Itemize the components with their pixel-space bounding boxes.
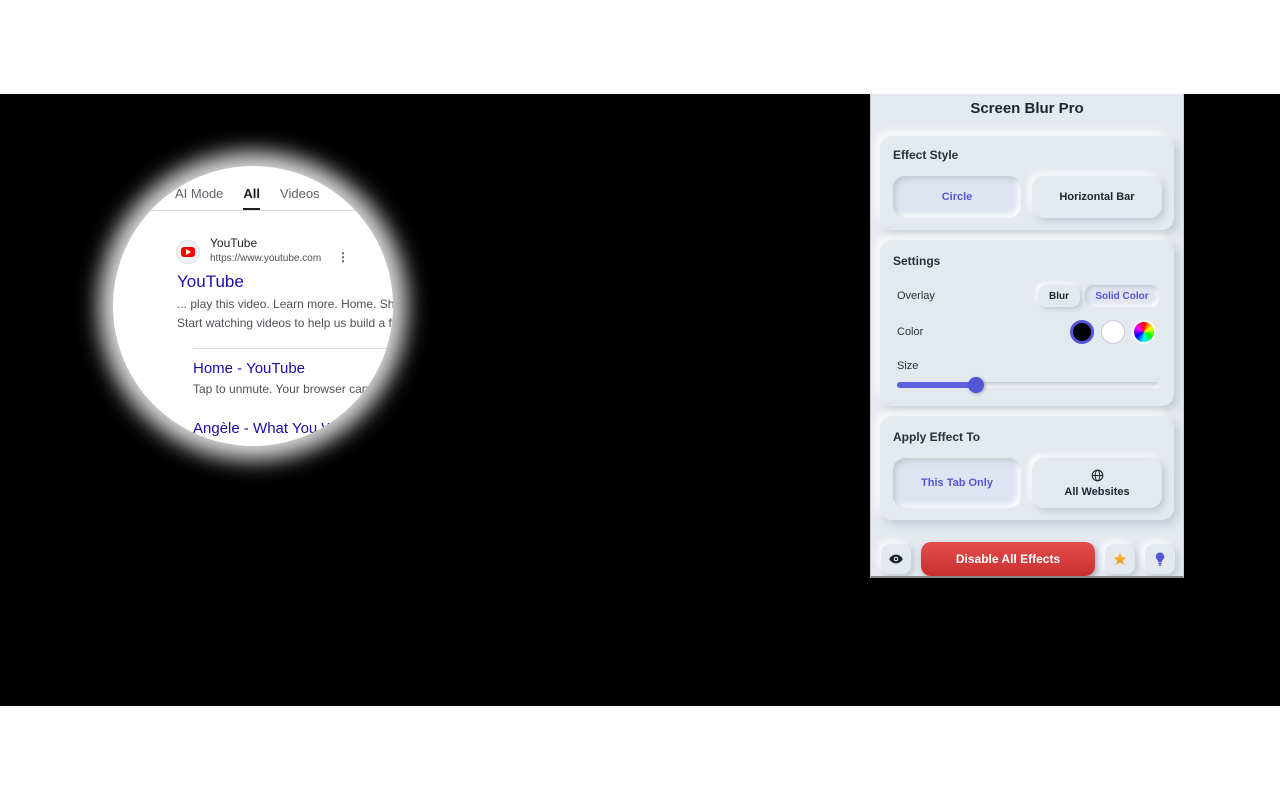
- apply-to-heading: Apply Effect To: [893, 430, 981, 444]
- revealed-search-page: AI Mode All Videos YouTube https://www.y…: [113, 166, 393, 446]
- overlay-blur-button[interactable]: Blur: [1038, 285, 1080, 307]
- sublinks-divider: [193, 348, 393, 349]
- result-title-link[interactable]: YouTube: [177, 272, 244, 292]
- settings-heading: Settings: [893, 254, 941, 268]
- eye-icon: [889, 554, 903, 564]
- more-options-icon[interactable]: ⋮: [337, 250, 349, 264]
- sublink-home[interactable]: Home - YouTube: [193, 360, 305, 377]
- result-site-name: YouTube: [210, 236, 258, 250]
- effect-horizontal-bar-button[interactable]: Horizontal Bar: [1032, 176, 1162, 218]
- youtube-icon: [181, 247, 195, 257]
- rate-button[interactable]: [1105, 544, 1135, 574]
- youtube-favicon: [176, 240, 200, 264]
- tab-videos[interactable]: Videos: [280, 186, 320, 211]
- size-slider-handle[interactable]: [967, 377, 984, 393]
- search-tabs: AI Mode All Videos: [175, 186, 320, 211]
- tabs-divider: [113, 210, 393, 211]
- tips-button[interactable]: [1145, 544, 1175, 574]
- lightbulb-icon: [1155, 552, 1165, 566]
- disable-all-effects-button[interactable]: Disable All Effects: [921, 542, 1095, 576]
- tab-all[interactable]: All: [243, 186, 261, 211]
- result-snippet: ... play this video. Learn more. Home. S…: [177, 297, 393, 311]
- color-label: Color: [897, 326, 924, 338]
- popup-title: Screen Blur Pro: [970, 100, 1084, 117]
- apply-all-websites-button[interactable]: All Websites: [1032, 458, 1162, 508]
- preview-button[interactable]: [881, 544, 911, 574]
- apply-to-card: Apply Effect To This Tab Only All Websit…: [880, 416, 1174, 520]
- sublink-angele[interactable]: Angèle - What You W: [193, 420, 336, 437]
- color-swatch-white[interactable]: [1101, 320, 1125, 344]
- circle-spotlight: AI Mode All Videos YouTube https://www.y…: [113, 166, 393, 446]
- overlay-solid-color-button[interactable]: Solid Color: [1085, 285, 1159, 307]
- overlay-label: Overlay: [897, 290, 935, 302]
- size-slider[interactable]: [897, 377, 1159, 393]
- effect-style-heading: Effect Style: [893, 148, 959, 162]
- size-label: Size: [897, 360, 919, 372]
- sublink-description: Tap to unmute. Your browser can: [193, 382, 369, 396]
- all-websites-label: All Websites: [1064, 485, 1130, 498]
- tab-ai-mode[interactable]: AI Mode: [175, 186, 223, 211]
- size-slider-fill: [897, 382, 976, 388]
- page-canvas: AI Mode All Videos YouTube https://www.y…: [0, 94, 1280, 706]
- effect-circle-button[interactable]: Circle: [893, 176, 1021, 218]
- result-snippet: Start watching videos to help us build a…: [177, 316, 392, 330]
- effect-style-card: Effect Style Circle Horizontal Bar: [880, 136, 1174, 230]
- result-url: https://www.youtube.com: [210, 253, 322, 264]
- settings-card: Settings Overlay Blur Solid Color Color …: [880, 240, 1174, 406]
- color-swatch-custom[interactable]: [1132, 320, 1156, 344]
- extension-popup: Screen Blur Pro Effect Style Circle Hori…: [870, 94, 1184, 578]
- color-swatch-black[interactable]: [1070, 320, 1094, 344]
- star-icon: [1113, 552, 1127, 566]
- globe-icon: [1091, 469, 1103, 481]
- apply-this-tab-button[interactable]: This Tab Only: [893, 458, 1021, 508]
